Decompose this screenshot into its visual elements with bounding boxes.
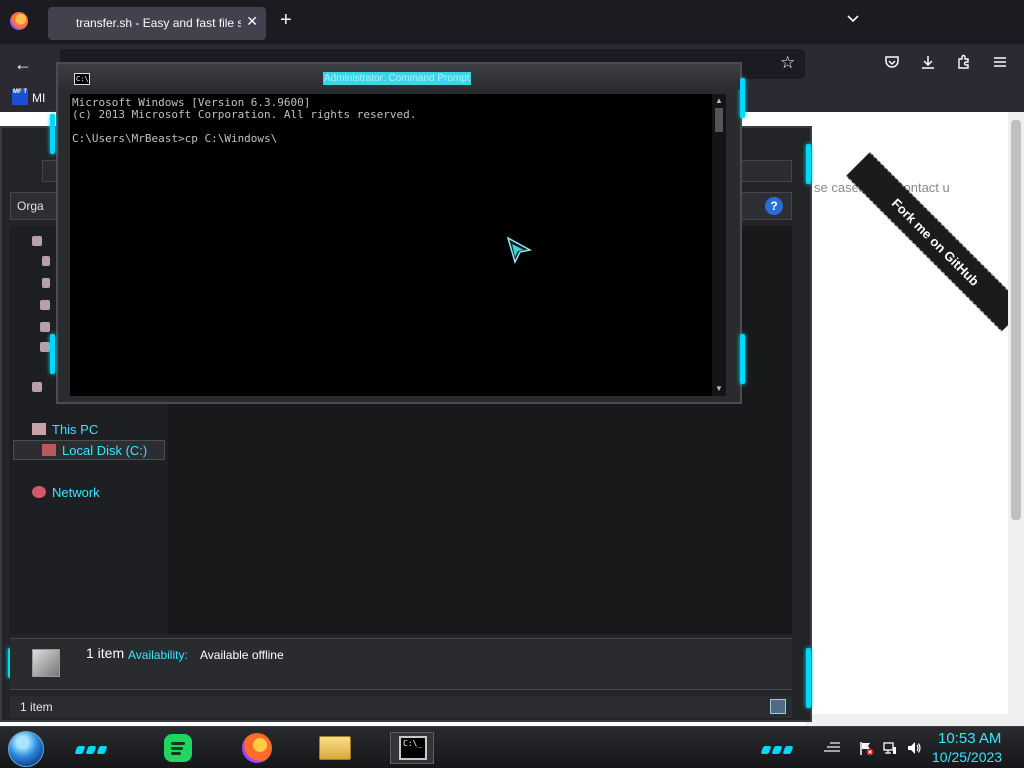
cmd-window-title: Administrator: Command Prompt bbox=[323, 72, 471, 85]
nav-this-pc-label: This PC bbox=[52, 422, 99, 437]
quick-access-icon[interactable] bbox=[32, 236, 42, 246]
cmd-console[interactable]: Microsoft Windows [Version 6.3.9600] (c)… bbox=[70, 94, 726, 396]
frame-accent bbox=[806, 648, 811, 708]
firefox-icon bbox=[242, 733, 272, 763]
command-prompt-icon: C:\_ bbox=[399, 736, 427, 760]
large-icons-view-button[interactable] bbox=[770, 699, 786, 714]
frame-accent bbox=[806, 144, 811, 184]
drive-icon bbox=[42, 444, 56, 456]
start-button[interactable] bbox=[8, 731, 44, 767]
taskbar-file-explorer-button[interactable] bbox=[314, 732, 358, 764]
downloads-icon[interactable] bbox=[920, 54, 936, 75]
browser-tab-transfer-sh[interactable]: transfer.sh - Easy and fast file sh ✕ bbox=[48, 7, 266, 40]
scrollbar-thumb[interactable] bbox=[1011, 120, 1021, 520]
folder-icon[interactable] bbox=[40, 342, 50, 352]
network-status-icon[interactable] bbox=[882, 740, 898, 759]
bookmark-item[interactable]: MI bbox=[32, 91, 45, 105]
folder-icon bbox=[319, 736, 351, 760]
clock-date[interactable]: 10/25/2023 bbox=[932, 749, 1002, 765]
scroll-down-arrow-icon[interactable]: ▼ bbox=[714, 384, 724, 394]
taskbar-spotify-button[interactable] bbox=[156, 732, 200, 764]
folder-icon[interactable] bbox=[40, 322, 50, 332]
item-thumbnail bbox=[32, 649, 60, 677]
cmd-app-icon[interactable]: C:\ bbox=[74, 73, 90, 85]
spotify-icon bbox=[164, 734, 192, 762]
status-item-count: 1 item bbox=[20, 700, 53, 714]
network-icon bbox=[32, 486, 46, 498]
desktop: transfer.sh - Easy and fast file sh ✕ + … bbox=[0, 0, 1024, 768]
bookmark-star-icon[interactable]: ☆ bbox=[780, 53, 795, 73]
taskbar-cmd-button[interactable]: C:\_ bbox=[390, 732, 434, 764]
taskbar-firefox-button[interactable] bbox=[236, 732, 280, 764]
nav-network-label: Network bbox=[52, 485, 100, 500]
taskbar-accent bbox=[74, 741, 116, 754]
cmd-scrollbar-thumb[interactable] bbox=[715, 108, 723, 132]
back-arrow-icon[interactable]: ← bbox=[14, 54, 32, 75]
page-vertical-scrollbar[interactable] bbox=[1008, 112, 1024, 714]
frame-accent bbox=[50, 114, 55, 154]
availability-label: Availability: bbox=[128, 648, 188, 662]
nav-local-disk[interactable]: Local Disk (C:) bbox=[13, 440, 165, 460]
pocket-icon[interactable] bbox=[884, 54, 900, 75]
show-hidden-icons-icon[interactable] bbox=[822, 739, 842, 756]
browser-tab-bar: transfer.sh - Easy and fast file sh ✕ + bbox=[0, 0, 1024, 44]
page-horizontal-scrollbar[interactable] bbox=[806, 714, 1024, 726]
tab-title: transfer.sh - Easy and fast file sh bbox=[76, 16, 241, 30]
computer-icon bbox=[32, 423, 46, 435]
firefox-menu-icon[interactable] bbox=[10, 12, 28, 30]
frame-accent bbox=[50, 334, 55, 374]
action-center-flag-icon[interactable] bbox=[858, 740, 874, 759]
organize-menu[interactable]: Orga bbox=[17, 199, 44, 213]
tab-close-icon[interactable]: ✕ bbox=[246, 13, 258, 30]
status-bar: 1 item bbox=[10, 696, 792, 718]
help-icon[interactable]: ? bbox=[765, 197, 783, 215]
command-prompt-window: C:\ Administrator: Command Prompt Micros… bbox=[50, 62, 745, 404]
new-tab-button[interactable]: + bbox=[280, 10, 292, 30]
extensions-icon[interactable] bbox=[956, 54, 972, 75]
mouse-cursor-icon bbox=[506, 236, 532, 264]
cmd-title-bar[interactable]: C:\ Administrator: Command Prompt bbox=[58, 64, 740, 90]
volume-icon[interactable] bbox=[906, 740, 922, 759]
folder-icon[interactable] bbox=[40, 300, 50, 310]
cmd-vertical-scrollbar[interactable]: ▲ ▼ bbox=[712, 94, 726, 396]
taskbar-accent bbox=[760, 741, 802, 754]
console-input-line[interactable]: C:\Users\MrBeast>cp C:\Windows\ bbox=[72, 132, 277, 145]
scroll-up-arrow-icon[interactable]: ▲ bbox=[714, 96, 724, 106]
onedrive-icon[interactable] bbox=[32, 382, 42, 392]
github-fork-ribbon[interactable]: Fork me on GitHub bbox=[845, 152, 1024, 332]
taskbar: C:\_ 10:53 AM 10/25/2023 bbox=[0, 726, 1024, 768]
details-pane: 1 item Availability: Available offline bbox=[10, 638, 792, 690]
list-all-tabs-icon[interactable] bbox=[846, 12, 860, 26]
frame-accent bbox=[740, 78, 745, 118]
frame-accent bbox=[740, 334, 745, 384]
nav-this-pc[interactable]: This PC bbox=[32, 422, 98, 437]
folder-icon[interactable] bbox=[42, 256, 50, 266]
hamburger-menu-icon[interactable] bbox=[992, 54, 1008, 75]
console-line: (c) 2013 Microsoft Corporation. All righ… bbox=[72, 108, 417, 121]
nav-local-disk-label: Local Disk (C:) bbox=[62, 443, 148, 458]
clock-time[interactable]: 10:53 AM bbox=[938, 730, 1001, 747]
details-item-count: 1 item bbox=[86, 645, 125, 661]
bookmark-favicon: MF T bbox=[12, 89, 28, 105]
nav-network[interactable]: Network bbox=[32, 485, 100, 500]
folder-icon[interactable] bbox=[42, 278, 50, 288]
availability-value: Available offline bbox=[200, 648, 284, 662]
